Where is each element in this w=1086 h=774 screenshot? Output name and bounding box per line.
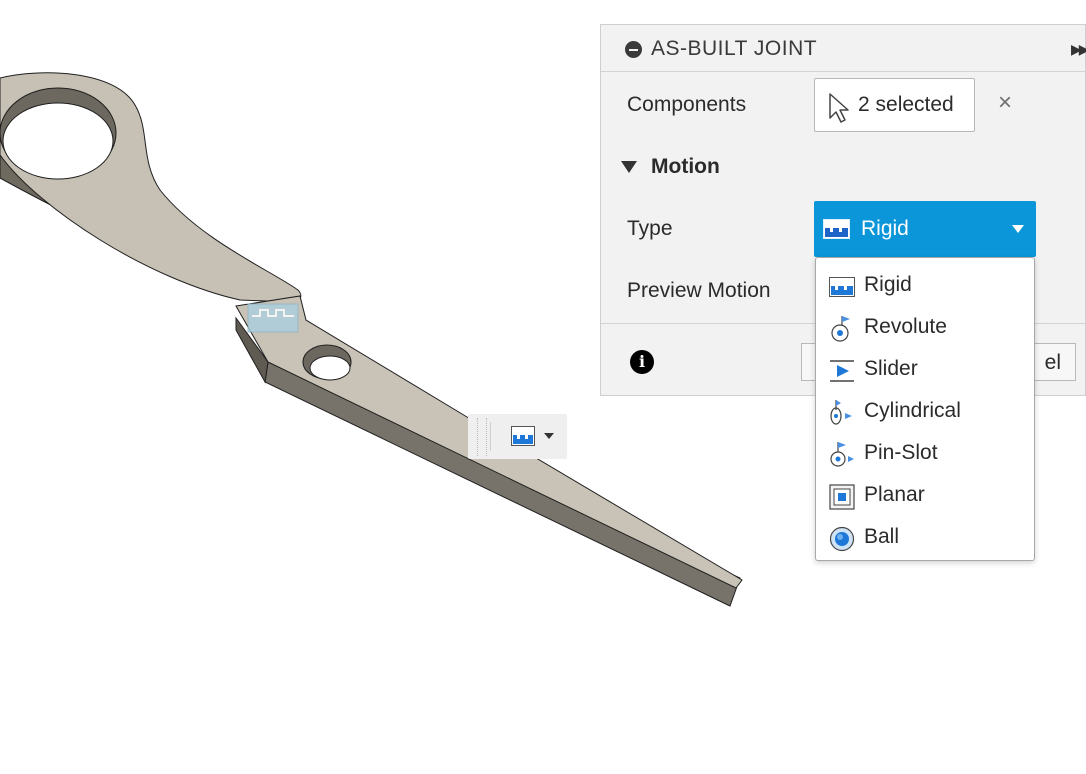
dialog-title: AS-BUILT JOINT [651,37,818,60]
planar-joint-icon [829,484,855,510]
menu-item-label: Rigid [864,273,912,296]
selection-count: 2 selected [858,93,954,116]
menu-item-cylindrical[interactable]: Cylindrical [816,389,1034,431]
motion-section-title: Motion [651,155,720,178]
toolbar-separator [490,422,491,451]
menu-item-label: Slider [864,357,918,380]
type-label: Type [627,217,673,240]
rigid-joint-icon [829,274,855,300]
components-selection-field[interactable]: 2 selected [814,78,975,132]
ball-joint-icon [829,526,855,552]
slider-joint-icon [829,358,855,384]
menu-item-label: Cylindrical [864,399,961,422]
chevron-down-icon[interactable] [544,433,554,439]
menu-item-label: Ball [864,525,900,548]
dialog-header: AS-BUILT JOINT ▶▶ [601,25,1086,72]
joint-type-value: Rigid [861,217,909,240]
menu-item-pin-slot[interactable]: Pin-Slot [816,431,1034,473]
pin-slot-joint-icon [829,442,855,468]
joint-type-menu: Rigid Revolute Slider Cylindrical Pin-Sl… [815,257,1035,561]
joint-type-mini-toolbar[interactable] [468,414,567,459]
menu-item-label: Planar [864,483,925,506]
menu-item-ball[interactable]: Ball [816,515,1034,557]
menu-item-label: Revolute [864,315,947,338]
cancel-button-label: el [1044,351,1061,374]
joint-origin-glyph[interactable] [247,303,299,333]
preview-motion-label: Preview Motion [627,279,771,302]
chevron-down-icon [1012,225,1024,233]
joint-type-dropdown[interactable]: Rigid [814,201,1036,257]
collapse-dialog-icon[interactable] [625,41,642,58]
triangle-down-icon [621,161,637,173]
menu-item-rigid[interactable]: Rigid [816,263,1034,305]
clear-selection-button[interactable]: × [998,91,1012,115]
rigid-joint-icon [823,219,850,244]
toolbar-drag-handle[interactable] [477,418,487,456]
revolute-joint-icon [829,316,855,342]
cylindrical-joint-icon [829,400,855,426]
expand-dialog-icon[interactable]: ▶▶ [1071,41,1086,58]
menu-item-slider[interactable]: Slider [816,347,1034,389]
components-label: Components [627,93,747,116]
menu-item-planar[interactable]: Planar [816,473,1034,515]
rigid-joint-icon[interactable] [511,426,535,451]
info-icon[interactable]: i [630,350,654,374]
menu-item-revolute[interactable]: Revolute [816,305,1034,347]
cursor-arrow-icon [829,93,849,123]
menu-item-label: Pin-Slot [864,441,938,464]
